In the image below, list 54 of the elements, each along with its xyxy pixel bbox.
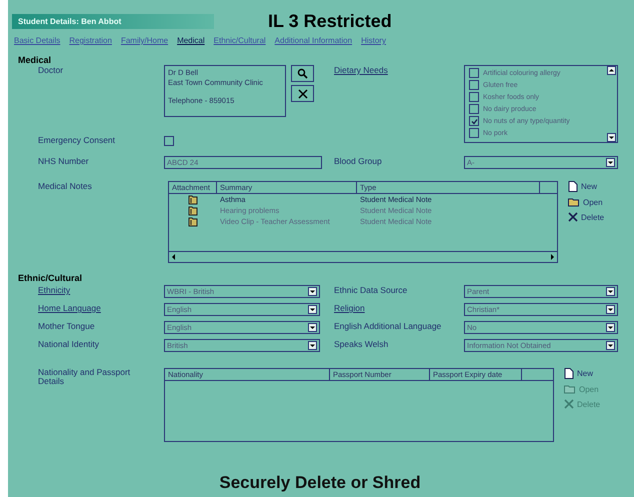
- field-label: NHS Number: [38, 156, 90, 166]
- field-label: Medical Notes: [38, 181, 93, 193]
- search-button[interactable]: [291, 65, 314, 82]
- window-title: Student Details: Ben Abbot: [12, 14, 214, 28]
- attachment-icon[interactable]: [188, 194, 198, 204]
- field-label: Blood Group: [334, 156, 383, 166]
- field-label: English Additional Language: [334, 321, 442, 331]
- section-heading: Ethnic/Cultural: [18, 273, 84, 283]
- close-icon: [298, 88, 308, 98]
- section-heading: Medical: [18, 55, 52, 65]
- field-link[interactable]: Religion: [334, 303, 464, 313]
- scroll-right-icon[interactable]: [548, 253, 556, 261]
- new-document-icon: [564, 368, 574, 379]
- open-button[interactable]: Open: [568, 197, 628, 207]
- field-label: Nationality and Passport Details: [38, 368, 132, 388]
- attachment-icon[interactable]: [188, 216, 198, 226]
- delete-icon: [568, 212, 578, 222]
- tab[interactable]: History: [361, 36, 386, 45]
- tab[interactable]: Additional Information: [274, 36, 352, 45]
- folder-icon: [564, 384, 576, 394]
- checkbox[interactable]: [469, 116, 479, 126]
- tab[interactable]: Ethnic/Cultural: [214, 36, 266, 45]
- scroll-left-icon[interactable]: [170, 253, 178, 261]
- checkbox[interactable]: [469, 128, 479, 138]
- folder-icon: [568, 197, 580, 207]
- field-label: Speaks Welsh: [334, 339, 390, 349]
- tab[interactable]: Registration: [69, 36, 112, 45]
- field-link[interactable]: Home Language: [38, 303, 164, 313]
- scroll-up-icon[interactable]: [607, 66, 616, 75]
- field-label: National Identity: [38, 339, 100, 349]
- checkbox[interactable]: [164, 136, 174, 146]
- tab[interactable]: Family/Home: [120, 36, 168, 45]
- field-label: Doctor: [38, 65, 64, 75]
- field-label: Ethnic Data Source: [334, 285, 408, 295]
- checkbox[interactable]: [469, 80, 479, 90]
- footer-warning: Securely Delete or Shred: [218, 473, 422, 494]
- checkbox[interactable]: [469, 104, 479, 114]
- checkbox[interactable]: [469, 92, 479, 102]
- field-link[interactable]: Ethnicity: [38, 285, 164, 295]
- field-label: Mother Tongue: [38, 321, 96, 331]
- field-label: Emergency Consent: [38, 135, 116, 145]
- attachment-icon[interactable]: [188, 206, 198, 216]
- tab[interactable]: Medical: [177, 36, 205, 45]
- new-button[interactable]: New: [568, 181, 628, 192]
- search-icon: [297, 68, 308, 79]
- dietary-needs-link[interactable]: Dietary Needs: [334, 65, 464, 75]
- delete-icon: [564, 399, 574, 409]
- new-document-icon: [568, 181, 578, 192]
- new-button[interactable]: New: [564, 368, 628, 379]
- checkbox[interactable]: [469, 68, 479, 78]
- clear-button[interactable]: [291, 85, 314, 102]
- classification-title: IL 3 Restricted: [268, 10, 392, 32]
- delete-button[interactable]: Delete: [568, 212, 628, 222]
- tab[interactable]: Basic Details: [14, 36, 60, 45]
